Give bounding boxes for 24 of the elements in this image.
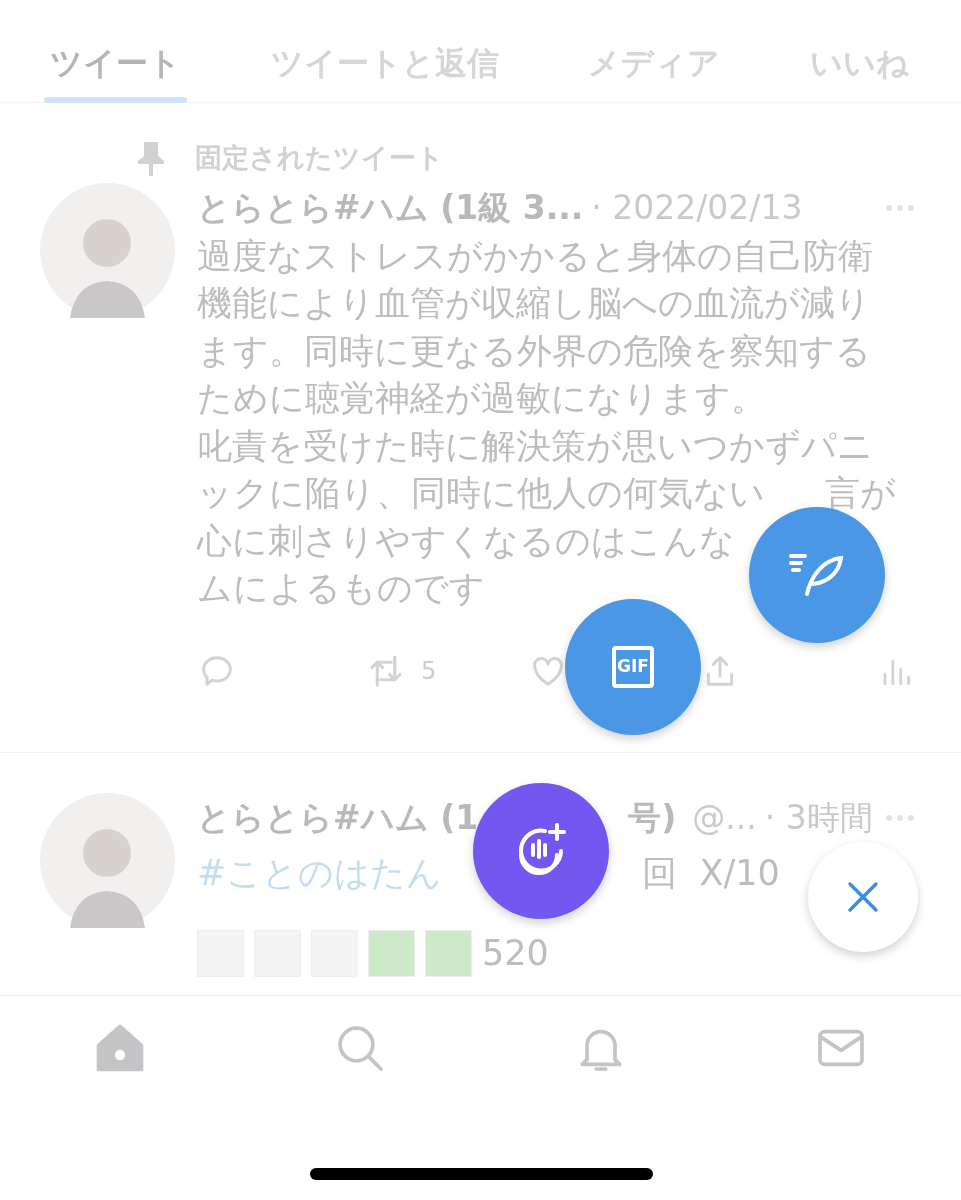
tweet-text: 過度なストレスがかかると身体の自己防衛 [197,235,873,276]
pin-icon [137,140,165,176]
tweet-text: 心に刺さりやすくなるのはこんな [197,520,735,561]
score-text: 520 [482,932,549,975]
close-button[interactable] [808,842,918,952]
tab[interactable]: ツイート [44,0,187,103]
tweet-text: 叱責を受けた時に解決策が思いつかずパニ [197,425,873,466]
tweet-text: ムによるものです [197,568,485,608]
user-name: とらとら#ハム (1 [197,797,479,839]
hashtag-link[interactable]: #ことのはたん [197,846,443,899]
user-name: 号) [628,797,677,839]
tweet-text: ます。同時に更なる外界の危険を察知する [197,330,871,371]
user-name: とらとら#ハム (1級 3... [197,187,584,229]
tweet-text: ックに陥り、同時に他人の何気ない [197,473,765,513]
gif-button[interactable]: GIF [565,599,701,735]
feather-icon [789,552,845,598]
close-icon [846,880,880,914]
tweet-text: ために聴覚神経が過敏になります。 [197,378,766,418]
more-icon[interactable] [885,203,915,212]
tweet-text: 機能により血管が収縮し脳への血流が減り [197,283,871,323]
tweet-text: 回 X/10 [642,851,780,895]
more-icon[interactable] [885,813,915,822]
user-handle: @... [692,797,757,839]
tweet-text: 言が [825,473,896,513]
